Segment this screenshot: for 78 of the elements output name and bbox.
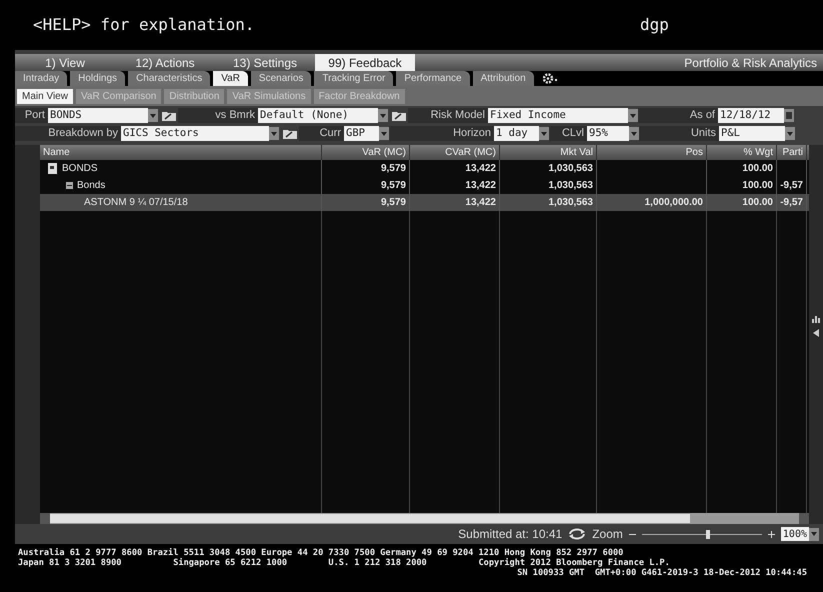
table-cell-text: 100.00 — [742, 196, 773, 210]
folder-icon[interactable] — [160, 109, 178, 122]
select-field[interactable]: BONDS — [48, 108, 148, 123]
table-cell-text: 13,422 — [465, 196, 496, 210]
table-cell-text: -9,57 — [780, 196, 803, 210]
field-label: Units — [639, 126, 719, 141]
column-header[interactable]: Name — [43, 145, 70, 160]
zoom-field[interactable]: 100% — [780, 527, 809, 541]
select-field[interactable]: P&L — [719, 126, 785, 141]
menu-item[interactable]: 99) Feedback — [315, 54, 415, 71]
menu-item[interactable]: 13) Settings — [215, 54, 315, 71]
date-field[interactable]: 12/18/12 — [718, 108, 784, 123]
tab[interactable]: Holdings — [70, 71, 126, 86]
collapse-arrow-icon[interactable] — [813, 329, 819, 337]
table-cell-text: 13,422 — [465, 162, 496, 176]
bar-chart-icon[interactable] — [812, 315, 820, 323]
submitted-time: Submitted at: 10:41 — [458, 526, 562, 543]
tab[interactable]: Attribution — [472, 71, 534, 86]
table-cell-text: Bonds — [77, 179, 106, 193]
tab[interactable]: Scenarios — [250, 71, 312, 86]
field-label: As of — [638, 108, 718, 123]
help-prompt: <HELP> for explanation. — [33, 14, 256, 36]
table-cell-text: ASTONM 9 ¼ 07/15/18 — [84, 196, 188, 210]
footer-line: Australia 61 2 9777 8600 Brazil 5511 3048 4500 Europe 44 20 7330 7500 Germany 49 69 9204 1210 Hong Kong 852 2977 6000 — [18, 548, 624, 558]
table-cell-text: 9,579 — [380, 196, 406, 210]
field-label: CLvl — [549, 126, 587, 141]
refresh-icon[interactable] — [568, 528, 586, 540]
select-field[interactable]: 1 day — [494, 126, 539, 141]
zoom-slider[interactable] — [642, 530, 762, 538]
slider-thumb[interactable] — [706, 530, 710, 538]
field-label: vs Bmrk — [178, 108, 258, 123]
column-header[interactable]: Mkt Val — [560, 145, 593, 160]
table-cell-text: 9,579 — [380, 162, 406, 176]
select-field[interactable]: Fixed Income — [488, 108, 628, 123]
tab[interactable]: Performance — [396, 71, 470, 86]
field-label: Breakdown by — [15, 126, 121, 141]
tab[interactable]: Tracking Error — [314, 71, 394, 86]
subtab[interactable]: Main View — [17, 88, 73, 104]
column-header[interactable]: CVaR (MC) — [445, 145, 496, 160]
table-cell-text: 100.00 — [742, 162, 773, 176]
tab[interactable]: Intraday — [15, 71, 68, 86]
field-label: Horizon — [389, 126, 494, 141]
table-cell-text: 9,579 — [380, 179, 406, 193]
footer-line: SN 100933 GMT GMT+0:00 G461-2019-3 18-Dec-2012 10:44:45 — [517, 568, 808, 578]
table-cell-text: BONDS — [62, 162, 98, 176]
table-cell-text: 1,000,000.00 — [644, 196, 703, 210]
user-code: dgp — [640, 14, 669, 36]
app-title: Portfolio & Risk Analytics — [684, 54, 818, 72]
zoom-label: Zoom — [592, 526, 623, 543]
tab[interactable]: Characteristics — [128, 71, 210, 86]
column-header[interactable]: Pos — [686, 145, 703, 160]
select-field[interactable]: GICS Sectors — [121, 126, 269, 141]
table-cell-text: 1,030,563 — [548, 179, 593, 193]
field-label: Curr — [299, 126, 344, 141]
tab[interactable]: VaR — [213, 71, 248, 86]
menu-item[interactable]: 12) Actions — [115, 54, 215, 71]
select-field[interactable]: GBP — [344, 126, 379, 141]
footer-line: Japan 81 3 3201 8900 Singapore 65 6212 1000 U.S. 1 212 318 2000 Copyright 2012 Bloomberg Finance L.P. — [18, 558, 671, 568]
folder-icon[interactable] — [281, 127, 299, 140]
column-header[interactable]: Parti — [782, 145, 803, 160]
zoom-in-icon[interactable] — [768, 530, 775, 538]
table-cell-text: -9,57 — [780, 179, 803, 193]
select-field[interactable]: Default (None) — [258, 108, 378, 123]
table-row[interactable]: ASTONM 9 ¼ 07/15/18 9,579 13,422 1,030,563 1,000,000.00 100.00 -9,57 — [40, 194, 809, 211]
horizontal-scrollbar[interactable] — [40, 513, 809, 524]
collapse-icon[interactable] — [66, 182, 73, 189]
field-label: Risk Model — [408, 108, 488, 123]
table-cell-text: 1,030,563 — [548, 162, 593, 176]
table-cell-text: 100.00 — [742, 179, 773, 193]
column-header[interactable]: % Wgt — [744, 145, 773, 160]
field-label: Port — [15, 108, 48, 123]
folder-icon[interactable] — [390, 109, 408, 122]
column-header[interactable]: VaR (MC) — [362, 145, 406, 160]
document-icon — [48, 163, 57, 174]
table-cell-text: 13,422 — [465, 179, 496, 193]
menu-item[interactable]: 1) View — [15, 54, 115, 71]
select-field[interactable]: 95% — [587, 126, 629, 141]
table-cell-text: 1,030,563 — [548, 196, 593, 210]
